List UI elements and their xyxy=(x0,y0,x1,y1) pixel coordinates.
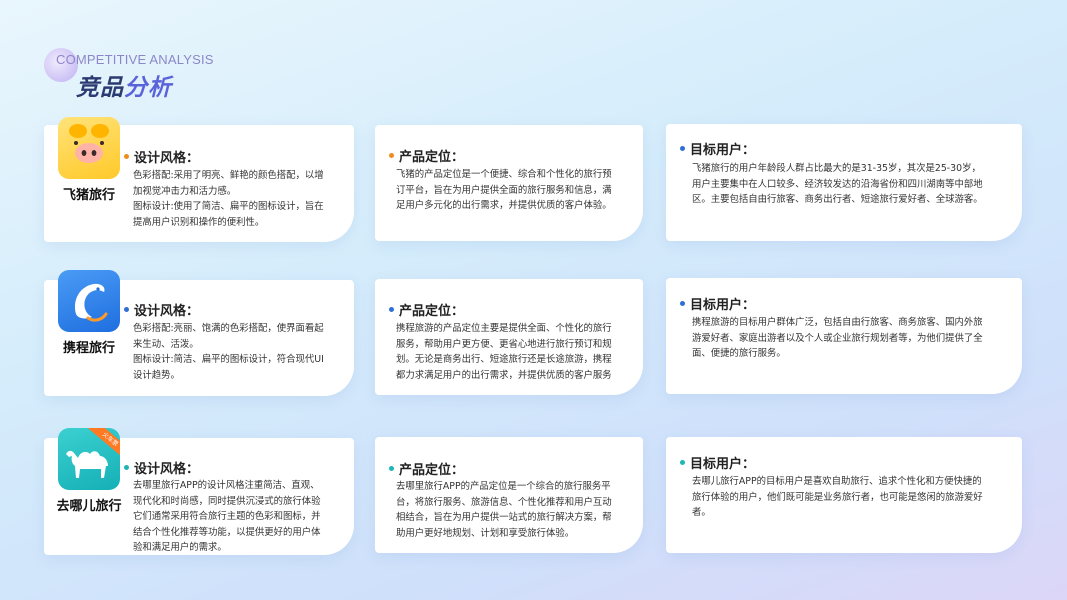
text-line: 游爱好者、家庭出游者以及个人或企业旅行规划者等，为他们提供了全 xyxy=(692,332,983,344)
page-title-part1: 竞品 xyxy=(76,75,124,101)
text-line: 设计趋势。 xyxy=(133,369,180,381)
text-line: 图标设计:简洁、扁平的图标设计，符合现代UI xyxy=(133,354,324,365)
target-users-card: 目标用户： 去哪儿旅行APP的目标用户是喜欢自助旅行、追求个性化和方便快捷的 旅… xyxy=(666,437,1022,553)
design-body: 色彩搭配:亮丽、饱满的色彩搭配，使界面看起 来生动、活泼。 图标设计:简洁、扁平… xyxy=(133,321,349,383)
app-name: 携程旅行 xyxy=(62,341,115,356)
app-logo-block: 携程旅行 xyxy=(44,270,134,356)
app-name: 去哪儿旅行 xyxy=(56,499,122,514)
text-line: 去哪里旅行APP的设计风格注重简洁、直观、 xyxy=(133,480,320,491)
page-title: 竞品分析 xyxy=(76,68,172,102)
text-line: 助用户更好地规划、计划和享受旅行体验。 xyxy=(396,527,575,539)
design-title: 设计风格： xyxy=(124,458,199,477)
text-line: 订平台，旨在为用户提供全面的旅行服务和信息，满 xyxy=(396,184,612,196)
text-line: 它们通常采用符合旅行主题的色彩和图标，并 xyxy=(133,511,321,522)
text-line: 者。 xyxy=(692,507,711,518)
bullet-dot-icon xyxy=(389,307,394,312)
text-line: 去哪儿旅行APP的目标用户是喜欢自助旅行、追求个性化和方便快捷的 xyxy=(692,476,982,487)
positioning-card: 产品定位： 携程旅游的产品定位主要是提供全面、个性化的旅行 服务，帮助用户更方便… xyxy=(375,279,643,395)
dolphin-logo-icon xyxy=(58,270,120,332)
design-title: 设计风格： xyxy=(124,147,199,166)
pig-logo-icon xyxy=(58,117,120,179)
text-line: 色彩搭配:亮丽、饱满的色彩搭配，使界面看起 xyxy=(133,323,324,334)
positioning-title-text: 产品定位： xyxy=(399,150,465,165)
users-body: 携程旅游的目标用户群体广泛，包括自由行旅客、商务旅客、国内外旅 游爱好者、家庭出… xyxy=(692,315,1016,362)
text-line: 携程旅游的目标用户群体广泛，包括自由行旅客、商务旅客、国内外旅 xyxy=(692,317,983,328)
text-line: 加视觉冲击力和活力感。 xyxy=(133,185,237,197)
text-line: 提高用户识别和操作的便利性。 xyxy=(133,216,265,228)
text-line: 面、便捷的旅行服务。 xyxy=(692,348,786,359)
positioning-card: 产品定位： 去哪里旅行APP的产品定位是一个综合的旅行服务平 台，将旅行服务、旅… xyxy=(375,437,643,553)
text-line: 去哪里旅行APP的产品定位是一个综合的旅行服务平 xyxy=(396,481,611,492)
text-line: 结合个性化推荐等功能，以提供更好的用户体 xyxy=(133,526,321,538)
app-name: 飞猪旅行 xyxy=(62,188,115,203)
positioning-title: 产品定位： xyxy=(389,146,464,165)
bullet-dot-icon xyxy=(680,146,685,151)
users-title: 目标用户： xyxy=(680,139,755,158)
positioning-body: 飞猪的产品定位是一个便捷、综合和个性化的旅行预 订平台，旨在为用户提供全面的旅行… xyxy=(396,167,638,214)
text-line: 现代化和时尚感，同时提供沉浸式的旅行体验 xyxy=(133,495,321,507)
design-title-text: 设计风格： xyxy=(134,151,200,166)
bullet-dot-icon xyxy=(680,460,685,465)
bullet-dot-icon xyxy=(389,153,394,158)
text-line: 旅行体验的用户，他们既可能是业务旅行者，也可能是悠闲的旅游爱好 xyxy=(692,491,983,503)
text-line: 区。主要包括自由行旅客、商务出行者、短途旅行爱好者、全球游客。 xyxy=(692,194,983,205)
positioning-title: 产品定位： xyxy=(389,459,464,478)
positioning-body: 携程旅游的产品定位主要是提供全面、个性化的旅行 服务，帮助用户更方便、更省心地进… xyxy=(396,321,638,383)
users-title-text: 目标用户： xyxy=(690,298,756,313)
design-title: 设计风格： xyxy=(124,300,199,319)
positioning-body: 去哪里旅行APP的产品定位是一个综合的旅行服务平 台，将旅行服务、旅游信息、个性… xyxy=(396,479,638,541)
text-line: 图标设计:使用了简洁、扁平的图标设计，旨在 xyxy=(133,201,324,212)
design-body: 去哪里旅行APP的设计风格注重简洁、直观、 现代化和时尚感，同时提供沉浸式的旅行… xyxy=(133,478,349,556)
camel-logo-icon: 火车票 xyxy=(58,428,120,490)
text-line: 色彩搭配:采用了明亮、鲜艳的颜色搭配，以增 xyxy=(133,170,324,181)
page-title-part2: 分析 xyxy=(124,75,172,101)
design-title-text: 设计风格： xyxy=(134,304,200,319)
text-line: 飞猪旅行的用户年龄段人群占比最大的是31-35岁，其次是25-30岁， xyxy=(692,163,981,174)
positioning-title-text: 产品定位： xyxy=(399,463,465,478)
page-subtitle-en: COMPETITIVE ANALYSIS xyxy=(56,52,214,67)
text-line: 相结合，旨在为用户提供一站式的旅行解决方案，帮 xyxy=(396,512,612,523)
app-logo-block: 飞猪旅行 xyxy=(44,117,134,203)
text-line: 携程旅游的产品定位主要是提供全面、个性化的旅行 xyxy=(396,323,612,334)
positioning-title: 产品定位： xyxy=(389,300,464,319)
positioning-title-text: 产品定位： xyxy=(399,304,465,319)
text-line: 服务，帮助用户更方便、更省心地进行旅行预订和规 xyxy=(396,338,612,350)
text-line: 飞猪的产品定位是一个便捷、综合和个性化的旅行预 xyxy=(396,169,612,180)
page-header: COMPETITIVE ANALYSIS 竞品分析 xyxy=(44,44,344,104)
users-title: 目标用户： xyxy=(680,294,755,313)
bullet-dot-icon xyxy=(389,466,394,471)
text-line: 足用户多元化的出行需求，并提供优质的客户体验。 xyxy=(396,200,612,211)
text-line: 划。无论是商务出行、短途旅行还是长途旅游，携程 xyxy=(396,354,612,365)
users-title: 目标用户： xyxy=(680,453,755,472)
users-title-text: 目标用户： xyxy=(690,143,756,158)
positioning-card: 产品定位： 飞猪的产品定位是一个便捷、综合和个性化的旅行预 订平台，旨在为用户提… xyxy=(375,125,643,241)
text-line: 验和满足用户的需求。 xyxy=(133,542,227,553)
text-line: 用户主要集中在人口较多、经济较发达的沿海省份和四川湖南等中部地 xyxy=(692,178,983,190)
text-line: 都力求满足用户的出行需求，并提供优质的客户服务 xyxy=(396,369,612,381)
design-body: 色彩搭配:采用了明亮、鲜艳的颜色搭配，以增 加视觉冲击力和活力感。 图标设计:使… xyxy=(133,168,349,230)
text-line: 来生动、活泼。 xyxy=(133,338,199,350)
text-line: 台，将旅行服务、旅游信息、个性化推荐和用户互动 xyxy=(396,496,612,508)
app-logo-block: 火车票 去哪儿旅行 xyxy=(44,428,134,514)
bullet-dot-icon xyxy=(680,301,685,306)
users-body: 飞猪旅行的用户年龄段人群占比最大的是31-35岁，其次是25-30岁， 用户主要… xyxy=(692,161,1016,208)
users-title-text: 目标用户： xyxy=(690,457,756,472)
target-users-card: 目标用户： 飞猪旅行的用户年龄段人群占比最大的是31-35岁，其次是25-30岁… xyxy=(666,124,1022,241)
target-users-card: 目标用户： 携程旅游的目标用户群体广泛，包括自由行旅客、商务旅客、国内外旅 游爱… xyxy=(666,278,1022,394)
users-body: 去哪儿旅行APP的目标用户是喜欢自助旅行、追求个性化和方便快捷的 旅行体验的用户… xyxy=(692,474,1016,521)
design-title-text: 设计风格： xyxy=(134,462,200,477)
